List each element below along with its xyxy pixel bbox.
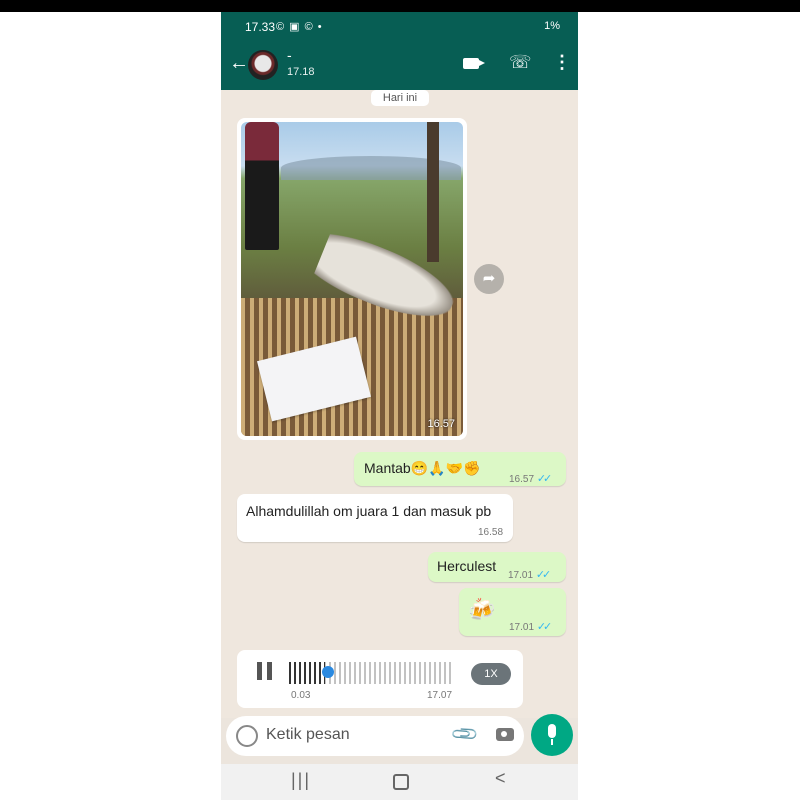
system-nav-bar: ||| < (221, 764, 578, 800)
camera-icon[interactable] (496, 728, 514, 741)
message-bubble[interactable]: Herculest 17.01 ✓✓ (428, 552, 566, 582)
voice-note-bubble: 1X 0.03 17.07 (237, 650, 523, 708)
forward-icon[interactable]: ➦ (474, 264, 504, 294)
video-call-icon[interactable] (463, 58, 485, 69)
more-options-icon[interactable]: ⋮ (553, 52, 571, 73)
message-text: Alhamdulillah om juara 1 dan masuk pb (246, 503, 492, 519)
back-arrow-icon[interactable]: ← (229, 52, 249, 75)
image-time: 16.57 (427, 418, 455, 430)
message-time: 17.01 ✓✓ (508, 569, 552, 581)
message-time: 17.01 ✓✓ (509, 621, 553, 633)
attach-icon[interactable]: 📎 (450, 719, 481, 750)
battery-level: 1% (544, 20, 560, 32)
pause-icon[interactable] (257, 662, 275, 680)
status-time: 17.33 (245, 20, 276, 34)
last-seen: 17.18 (287, 66, 315, 78)
message-time: 16.58 (478, 527, 504, 538)
phone-screen: 17.33 © ▣ © • 1% ← - 17.18 ☏ ⋮ Hari ini … (221, 12, 578, 800)
read-ticks-icon: ✓✓ (535, 569, 552, 581)
emoji-icon[interactable] (236, 725, 258, 747)
message-text: Herculest (437, 558, 497, 574)
screen-top-border (0, 0, 800, 12)
message-input[interactable]: Ketik pesan (266, 726, 350, 744)
recent-apps-icon[interactable]: ||| (291, 770, 311, 791)
home-icon[interactable] (393, 774, 409, 790)
voice-duration: 17.07 (427, 690, 453, 701)
playback-speed-button[interactable]: 1X (471, 663, 511, 685)
chat-header: ← - 17.18 ☏ ⋮ (221, 42, 578, 90)
read-ticks-icon: ✓✓ (536, 473, 553, 485)
message-bubble[interactable]: 🍻 17.01 ✓✓ (459, 588, 566, 636)
message-time: 16.57 ✓✓ (509, 473, 553, 485)
playback-handle[interactable] (322, 666, 334, 678)
phone-call-icon[interactable]: ☏ (509, 52, 532, 73)
voice-waveform-played (289, 662, 325, 684)
chat-area: Hari ini 16.57 ➦ Mantab😁🙏🤝✊ 16.57 ✓✓ Alh… (221, 90, 578, 756)
message-text: Mantab😁🙏🤝✊ (364, 460, 481, 476)
photo-person (245, 122, 279, 250)
notification-icons: © ▣ © • (276, 21, 323, 33)
message-bubble[interactable]: Mantab😁🙏🤝✊ 16.57 ✓✓ (354, 452, 566, 486)
message-emoji: 🍻 (468, 597, 496, 622)
mic-button[interactable] (531, 714, 573, 756)
read-ticks-icon: ✓✓ (536, 621, 553, 633)
message-input-bar: Ketik pesan 📎 (226, 716, 524, 756)
status-bar: 17.33 © ▣ © • 1% (221, 12, 578, 42)
message-bubble[interactable]: Alhamdulillah om juara 1 dan masuk pb 16… (237, 494, 513, 542)
contact-avatar[interactable] (248, 50, 278, 80)
image-message[interactable]: 16.57 (237, 118, 467, 440)
photo[interactable]: 16.57 (241, 122, 463, 436)
photo-pole (427, 122, 439, 262)
date-chip: Hari ini (371, 90, 429, 106)
contact-name[interactable]: - (287, 47, 292, 63)
voice-position: 0.03 (291, 690, 311, 701)
back-icon[interactable]: < (495, 768, 506, 789)
